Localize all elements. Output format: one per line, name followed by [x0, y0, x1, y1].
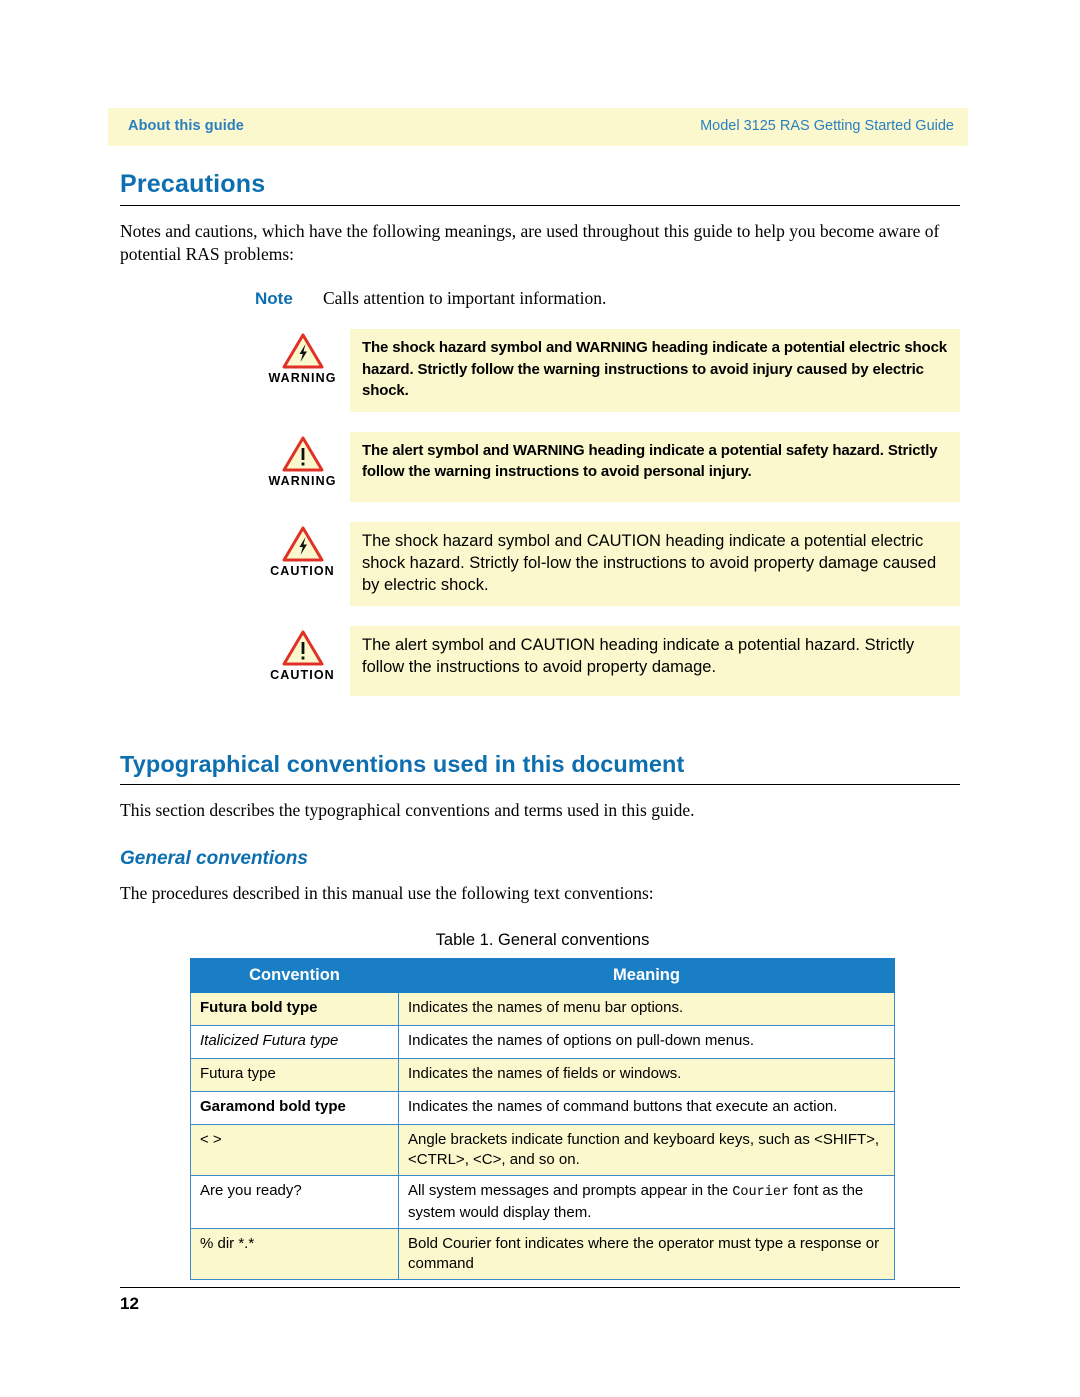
alert-icon — [282, 436, 324, 472]
cell-convention: % dir *.* — [190, 1227, 399, 1280]
heading-rule — [120, 205, 960, 206]
header-document-title: Model 3125 RAS Getting Started Guide — [700, 118, 954, 134]
heading-rule — [120, 783, 960, 785]
alert-icon — [282, 630, 324, 666]
meaning-mono: Courier — [732, 1184, 790, 1200]
cell-meaning: Indicates the names of command buttons t… — [398, 1090, 895, 1125]
column-header-meaning: Meaning — [398, 957, 895, 993]
typographical-heading: Typographical conventions used in this d… — [120, 750, 685, 777]
table-caption: Table 1. General conventions — [435, 930, 650, 949]
cell-meaning: All system messages and prompts appear i… — [398, 1174, 895, 1229]
column-header-convention: Convention — [190, 957, 399, 993]
admonition-label: WARNING — [268, 371, 337, 385]
table-row: % dir *.* Bold Courier font indicates wh… — [190, 1227, 895, 1280]
cell-convention: Italicized Futura type — [190, 1024, 399, 1059]
admonition-caution-alert: CAUTION The alert symbol and CAUTION hea… — [255, 625, 960, 696]
admonition-text: The shock hazard symbol and CAUTION head… — [350, 521, 960, 606]
cell-convention: Futura type — [190, 1057, 399, 1092]
meaning-pre: All system messages and prompts appear i… — [408, 1181, 733, 1199]
table-row: Futura bold type Indicates the names of … — [190, 991, 895, 1026]
cell-convention: Futura bold type — [190, 991, 399, 1026]
note-block: Note Calls attention to important inform… — [255, 288, 960, 309]
admonition-warning-alert: WARNING The alert symbol and WARNING hea… — [255, 431, 960, 502]
admonition-icon-column: WARNING — [255, 329, 350, 412]
header-section-title: About this guide — [128, 118, 244, 134]
admonition-text: The shock hazard symbol and WARNING head… — [350, 329, 960, 412]
admonition-icon-column: WARNING — [255, 432, 350, 502]
admonition-caution-shock: CAUTION The shock hazard symbol and CAUT… — [255, 521, 960, 606]
precautions-intro: Notes and cautions, which have the follo… — [120, 221, 940, 264]
general-conventions-intro: The procedures described in this manual … — [120, 882, 654, 903]
general-conventions-table: Convention Meaning Futura bold type Indi… — [190, 957, 895, 1280]
admonition-icon-column: CAUTION — [255, 626, 350, 696]
admonition-label: CAUTION — [270, 667, 335, 682]
table-row: Futura type Indicates the names of field… — [190, 1057, 895, 1092]
cell-meaning: Indicates the names of fields or windows… — [398, 1057, 895, 1092]
admonition-label: CAUTION — [270, 563, 335, 578]
shock-hazard-icon — [282, 333, 324, 369]
typographical-intro: This section describes the typographical… — [120, 799, 695, 820]
table-row: Italicized Futura type Indicates the nam… — [190, 1024, 895, 1059]
footer-rule — [120, 1287, 960, 1288]
admonition-warning-shock: WARNING The shock hazard symbol and WARN… — [255, 329, 960, 412]
table-row: < > Angle brackets indicate function and… — [190, 1123, 895, 1176]
admonition-label: WARNING — [268, 473, 337, 488]
admonition-icon-column: CAUTION — [255, 522, 350, 606]
cell-meaning: Bold Courier font indicates where the op… — [398, 1227, 895, 1280]
note-label: Note — [255, 289, 293, 308]
table-row: Are you ready? All system messages and p… — [190, 1174, 895, 1229]
admonition-text: The alert symbol and CAUTION heading ind… — [350, 625, 960, 696]
cell-meaning: Angle brackets indicate function and key… — [398, 1123, 895, 1176]
precautions-heading: Precautions — [120, 170, 266, 198]
shock-hazard-icon — [282, 526, 324, 562]
general-conventions-subheading: General conventions — [120, 847, 308, 869]
cell-meaning: Indicates the names of options on pull-d… — [398, 1024, 895, 1059]
admonition-text: The alert symbol and WARNING heading ind… — [350, 431, 960, 502]
cell-convention: < > — [190, 1123, 399, 1176]
page-number: 12 — [120, 1294, 139, 1313]
cell-convention: Garamond bold type — [190, 1090, 399, 1125]
note-text: Calls attention to important information… — [323, 288, 607, 308]
cell-meaning: Indicates the names of menu bar options. — [398, 991, 895, 1026]
page-header-band: About this guide Model 3125 RAS Getting … — [108, 108, 968, 146]
table-header-row: Convention Meaning — [190, 957, 895, 993]
page-content: Precautions Notes and cautions, which ha… — [120, 170, 960, 1280]
cell-convention: Are you ready? — [190, 1174, 399, 1229]
table-row: Garamond bold type Indicates the names o… — [190, 1090, 895, 1125]
